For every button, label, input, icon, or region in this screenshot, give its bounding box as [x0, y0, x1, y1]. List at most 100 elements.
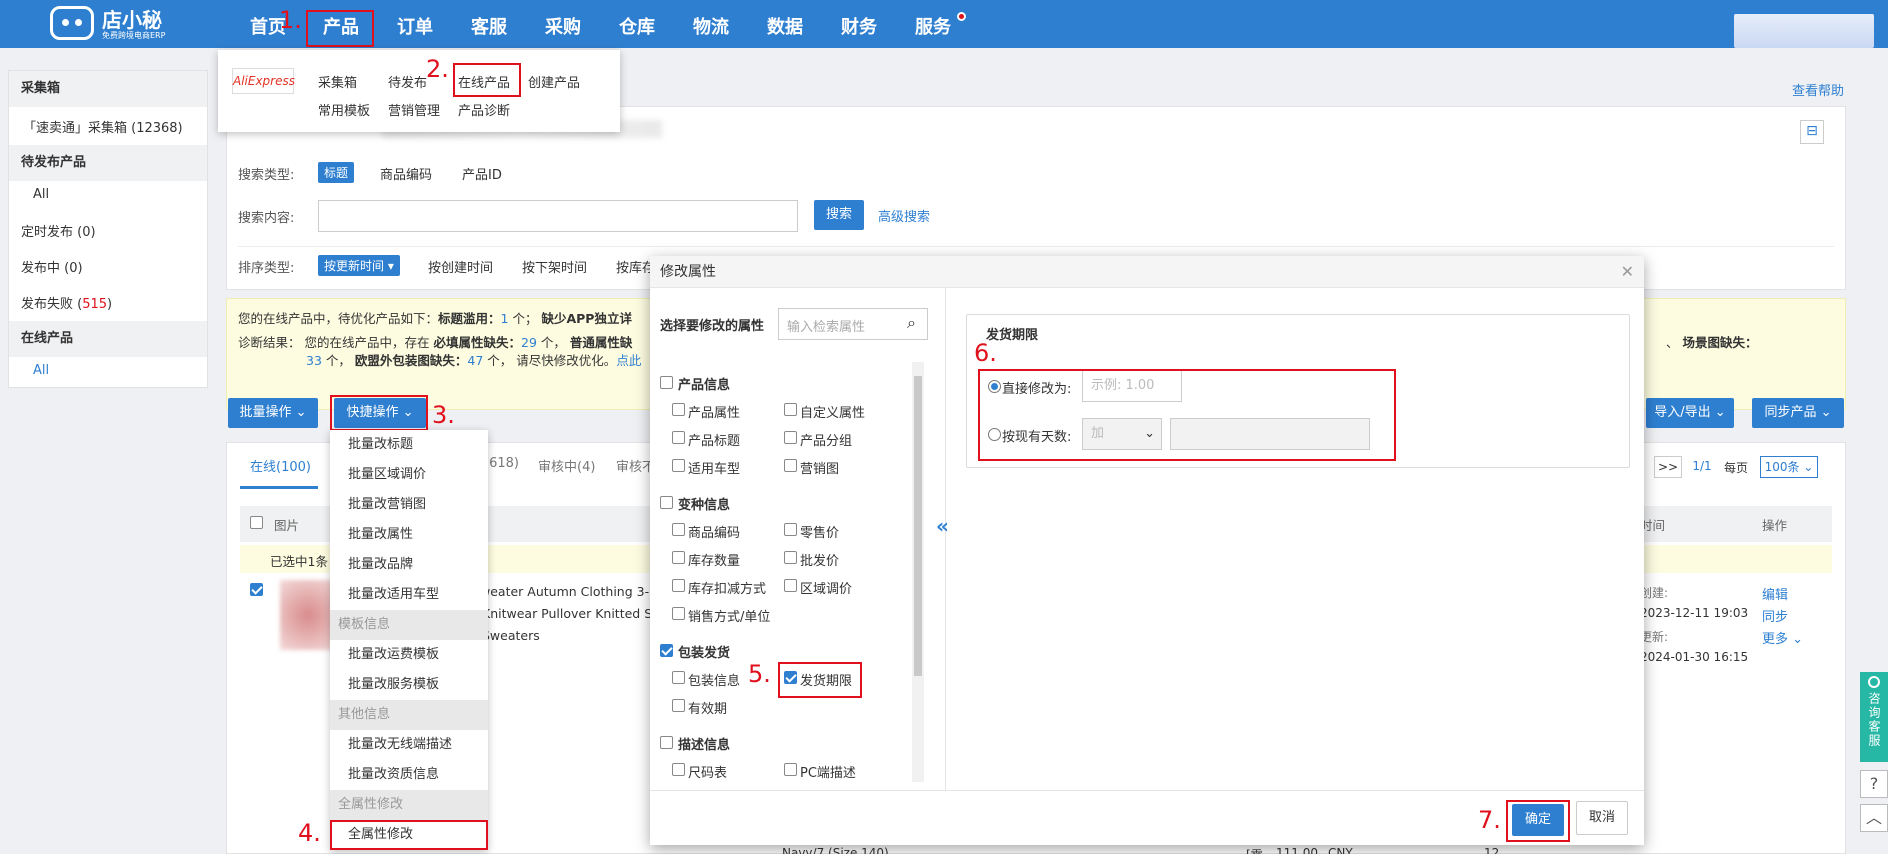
qm-batch-shipping-template[interactable]: 批量改运费模板 — [330, 640, 488, 670]
attr-product-title-checkbox[interactable] — [672, 431, 685, 444]
attr-stock-deduction-checkbox[interactable] — [672, 579, 685, 592]
sidebar-item-scheduled[interactable]: 定时发布 (0) — [21, 221, 96, 240]
menu-diagnosis[interactable]: 产品诊断 — [458, 100, 510, 119]
help-question-icon[interactable]: ? — [1860, 770, 1888, 798]
menu-pending[interactable]: 待发布 — [388, 72, 427, 91]
op-edit-link[interactable]: 编辑 — [1762, 584, 1788, 603]
collapse-icon[interactable]: ⊟ — [1800, 120, 1824, 144]
nav-purchase[interactable]: 采购 — [545, 0, 581, 48]
tab-reviewing[interactable]: 审核中(4) — [538, 456, 595, 475]
attribute-list-scrollbar[interactable] — [912, 362, 924, 782]
qm-batch-brand[interactable]: 批量改品牌 — [330, 550, 488, 580]
close-icon[interactable]: ✕ — [1621, 262, 1634, 281]
group-description-checkbox[interactable] — [660, 736, 673, 749]
consult-service-button[interactable]: 咨询客服 — [1860, 672, 1888, 762]
qm-batch-qualification[interactable]: 批量改资质信息 — [330, 760, 488, 790]
attr-sku-checkbox[interactable] — [672, 523, 685, 536]
sidebar-section-online[interactable]: 在线产品 — [9, 321, 207, 357]
search-input[interactable] — [318, 200, 798, 232]
qm-batch-service-template[interactable]: 批量改服务模板 — [330, 670, 488, 700]
robot-logo-icon — [50, 6, 94, 40]
attr-stock-qty-checkbox[interactable] — [672, 551, 685, 564]
sort-by-updated[interactable]: 按更新时间 ▾ — [318, 255, 400, 276]
nav-warehouse[interactable]: 仓库 — [619, 0, 655, 48]
menu-collect-box[interactable]: 采集箱 — [318, 72, 357, 91]
failed-label: 发布失败 ( — [21, 297, 83, 312]
qm-batch-vehicle[interactable]: 批量改适用车型 — [330, 580, 488, 610]
row-title-line-3[interactable]: Sweaters — [482, 628, 540, 643]
double-chevron-left-icon[interactable]: « — [936, 514, 949, 538]
qm-batch-title[interactable]: 批量改标题 — [330, 430, 488, 460]
op-sync-link[interactable]: 同步 — [1762, 606, 1788, 625]
attr-custom-attributes-checkbox[interactable] — [784, 403, 797, 416]
pager-next[interactable]: >> — [1654, 456, 1682, 478]
attr-region-price-checkbox[interactable] — [784, 579, 797, 592]
sidebar-item-aliexpress-box[interactable]: 「速卖通」采集箱 (12368) — [23, 117, 183, 136]
per-page-select[interactable]: 100条 ⌄ — [1760, 456, 1818, 478]
tab-2[interactable]: (618) — [484, 456, 519, 471]
sidebar-item-failed[interactable]: 发布失败 (515) — [21, 293, 112, 312]
user-account-box[interactable] — [1734, 14, 1874, 48]
group-variant-info: 变种信息 — [678, 498, 731, 513]
annotation-2: 2. — [426, 55, 449, 83]
attr-validity-checkbox[interactable] — [672, 699, 685, 712]
qm-batch-mobile-desc[interactable]: 批量改无线端描述 — [330, 730, 488, 760]
attr-package-info-checkbox[interactable] — [672, 671, 685, 684]
sync-products-button[interactable]: 同步产品 ⌄ — [1752, 398, 1844, 428]
qm-batch-attributes[interactable]: 批量改属性 — [330, 520, 488, 550]
search-icon[interactable]: ⌕ — [907, 313, 916, 333]
help-link[interactable]: 查看帮助 — [1792, 80, 1844, 99]
attr-pc-desc: PC端描述 — [800, 766, 856, 781]
attr-product-group-checkbox[interactable] — [784, 431, 797, 444]
qm-batch-marketing-image[interactable]: 批量改营销图 — [330, 490, 488, 520]
nav-services[interactable]: 服务 — [915, 0, 951, 48]
attr-product-attributes-checkbox[interactable] — [672, 403, 685, 416]
cancel-button[interactable]: 取消 — [1576, 801, 1628, 835]
row-title-line-2[interactable]: Knitwear Pullover Knitted Sv — [482, 606, 660, 621]
menu-marketing[interactable]: 营销管理 — [388, 100, 440, 119]
tab-online[interactable]: 在线(100) — [250, 456, 311, 475]
nav-orders[interactable]: 订单 — [397, 0, 433, 48]
batch-operations-button[interactable]: 批量操作 ⌄ — [228, 398, 318, 428]
sidebar-section-collect[interactable]: 采集箱 — [9, 71, 207, 107]
op-more-link[interactable]: 更多 ⌄ — [1762, 628, 1803, 647]
sort-by-delisted[interactable]: 按下架时间 — [522, 257, 587, 276]
product-image[interactable] — [280, 580, 336, 650]
group-product-info-checkbox[interactable] — [660, 376, 673, 389]
attr-marketing-image-checkbox[interactable] — [784, 459, 797, 472]
attribute-search-input[interactable]: 输入检索属性 ⌕ — [778, 308, 928, 340]
sidebar-item-publishing[interactable]: 发布中 (0) — [21, 257, 83, 276]
attr-vehicle-checkbox[interactable] — [672, 459, 685, 472]
search-type-title[interactable]: 标题 — [318, 162, 355, 183]
attr-size-chart-checkbox[interactable] — [672, 763, 685, 776]
advanced-search-link[interactable]: 高级搜索 — [878, 206, 930, 225]
back-to-top-icon[interactable]: ︿ — [1860, 804, 1888, 832]
group-packaging-checkbox[interactable] — [660, 644, 673, 657]
group-variant-info-checkbox[interactable] — [660, 496, 673, 509]
logo[interactable]: 店小秘 免费跨境电商ERP — [48, 2, 188, 46]
search-button[interactable]: 搜索 — [814, 200, 864, 230]
sidebar-item-pending-all[interactable]: All — [33, 187, 49, 202]
sort-by-created[interactable]: 按创建时间 — [428, 257, 493, 276]
nav-data[interactable]: 数据 — [767, 0, 803, 48]
search-type-sku[interactable]: 商品编码 — [380, 164, 432, 183]
attr-retail-price-checkbox[interactable] — [784, 523, 797, 536]
sidebar-section-pending[interactable]: 待发布产品 — [9, 145, 207, 181]
attr-pc-desc-checkbox[interactable] — [784, 763, 797, 776]
menu-templates[interactable]: 常用模板 — [318, 100, 370, 119]
search-type-productid[interactable]: 产品ID — [462, 164, 502, 183]
attr-wholesale-price-checkbox[interactable] — [784, 551, 797, 564]
qm-batch-region-price[interactable]: 批量区域调价 — [330, 460, 488, 490]
row-title-line-1[interactable]: weater Autumn Clothing 3-7 — [480, 584, 657, 599]
sidebar-item-online-all[interactable]: All — [33, 363, 49, 378]
row-checkbox[interactable] — [250, 583, 263, 596]
scrollbar-thumb[interactable] — [914, 376, 922, 676]
select-all-checkbox[interactable] — [250, 516, 263, 529]
aliexpress-logo[interactable]: AliExpress — [232, 68, 295, 94]
nav-logistics[interactable]: 物流 — [693, 0, 729, 48]
nav-finance[interactable]: 财务 — [841, 0, 877, 48]
attr-sales-unit-checkbox[interactable] — [672, 607, 685, 620]
import-export-button[interactable]: 导入/导出 ⌄ — [1646, 398, 1734, 428]
nav-service[interactable]: 客服 — [471, 0, 507, 48]
menu-create-product[interactable]: 创建产品 — [528, 72, 580, 91]
